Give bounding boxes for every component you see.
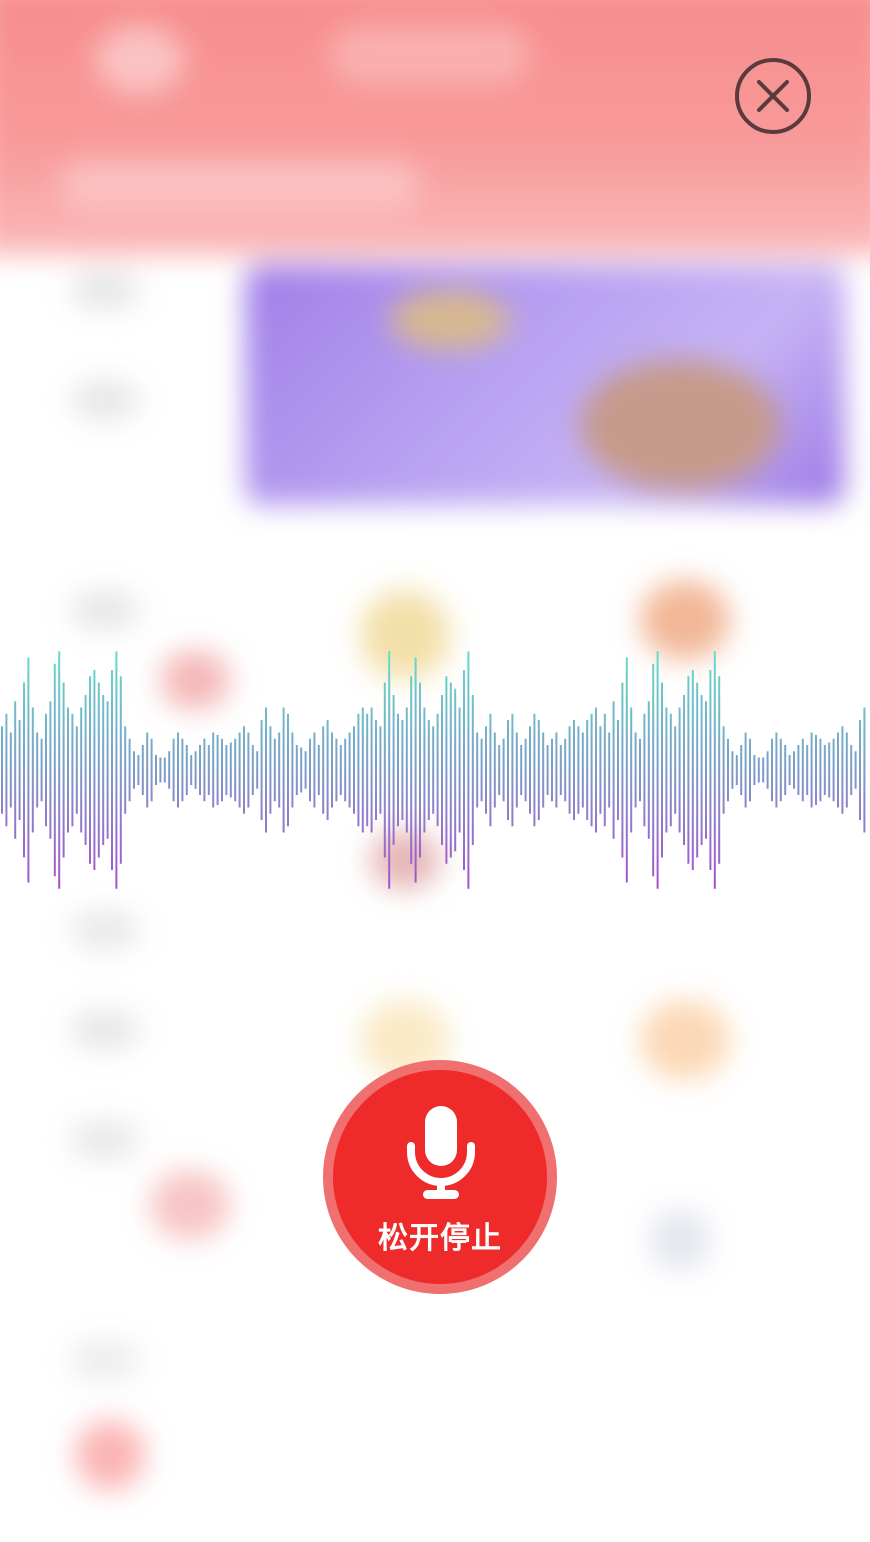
blurred-blob	[640, 1000, 730, 1080]
blurred-blob	[70, 1120, 140, 1160]
close-button[interactable]	[734, 57, 812, 135]
blurred-blob	[70, 590, 140, 630]
hold-to-talk-button[interactable]: 松开停止	[333, 1070, 547, 1284]
blurred-blob	[650, 1210, 710, 1270]
blurred-blob	[390, 290, 510, 350]
voice-input-screen: 松开停止	[0, 0, 870, 1542]
blurred-blob	[60, 160, 420, 210]
blurred-blob	[70, 910, 140, 950]
close-icon[interactable]	[734, 57, 812, 135]
blurred-blob	[95, 25, 185, 95]
voice-waveform	[1, 651, 866, 889]
blurred-blob	[70, 1010, 140, 1050]
blurred-blob	[70, 380, 140, 420]
blurred-blob	[75, 1420, 145, 1490]
blurred-blob	[150, 1170, 230, 1240]
microphone-icon	[407, 1106, 475, 1199]
blurred-blob	[330, 25, 530, 85]
mic-label: 松开停止	[378, 1221, 502, 1256]
blurred-blob	[70, 1340, 140, 1380]
blurred-blob	[580, 360, 780, 490]
blurred-blob	[70, 270, 140, 310]
